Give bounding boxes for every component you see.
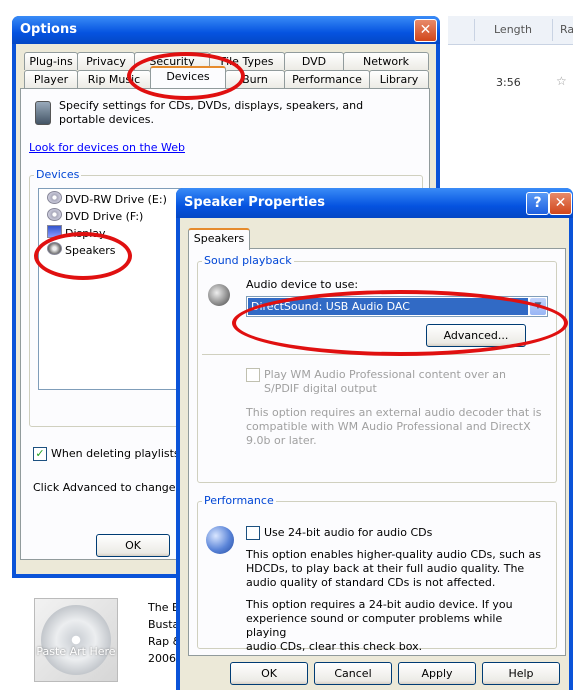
tab-devices[interactable]: Devices xyxy=(150,66,226,88)
devices-description: Specify settings for CDs, DVDs, displays… xyxy=(59,99,364,126)
column-header-length[interactable]: Length xyxy=(494,16,532,44)
devices-web-link[interactable]: Look for devices on the Web xyxy=(29,141,185,154)
advanced-hint: Click Advanced to change file xyxy=(33,481,196,494)
speaker-ok-button[interactable]: OK xyxy=(230,662,308,685)
audio-device-label: Audio device to use: xyxy=(246,278,359,291)
column-divider xyxy=(552,19,553,41)
drive-icon xyxy=(47,191,62,204)
annotation-circle-speakers xyxy=(34,232,132,280)
close-button[interactable]: ✕ xyxy=(549,192,572,215)
tab-performance[interactable]: Performance xyxy=(284,70,370,88)
list-item[interactable]: DVD-RW Drive (E:) xyxy=(47,191,167,207)
annotation-circle-audio-device xyxy=(232,290,568,356)
tab-dvd[interactable]: DVD xyxy=(284,52,344,70)
performance-icon xyxy=(206,526,234,554)
close-button[interactable]: ✕ xyxy=(414,19,437,42)
tab-speakers[interactable]: Speakers xyxy=(188,228,250,250)
column-divider xyxy=(474,19,475,41)
performance-note-1: This option enables higher-quality audio… xyxy=(246,548,541,589)
wm-pro-checkbox[interactable] xyxy=(246,368,260,382)
track-length: 3:56 xyxy=(496,76,521,89)
speaker-cancel-button[interactable]: Cancel xyxy=(314,662,392,685)
speaker-icon xyxy=(208,284,230,306)
performance-group: Performance Use 24-bit audio for audio C… xyxy=(197,494,557,653)
use-24bit-label: Use 24-bit audio for audio CDs xyxy=(264,526,433,539)
device-icon xyxy=(35,101,51,125)
speaker-title-bar[interactable]: Speaker Properties ? ✕ xyxy=(176,188,573,218)
devices-group-label: Devices xyxy=(34,168,82,181)
tab-plug-ins[interactable]: Plug-ins xyxy=(24,52,78,70)
speaker-body: Speakers Sound playback Audio device to … xyxy=(180,218,569,690)
speaker-help-button[interactable]: Help xyxy=(482,662,560,685)
options-title: Options xyxy=(20,22,77,37)
tab-player[interactable]: Player xyxy=(24,70,78,88)
performance-note-2: This option requires a 24-bit audio devi… xyxy=(246,598,513,653)
wm-pro-note: This option requires an external audio d… xyxy=(246,406,542,447)
list-item[interactable]: DVD Drive (F:) xyxy=(47,208,143,224)
options-ok-button[interactable]: OK xyxy=(96,534,170,557)
performance-label: Performance xyxy=(202,494,276,507)
sound-playback-label: Sound playback xyxy=(202,254,294,267)
tab-network[interactable]: Network xyxy=(343,52,429,70)
help-icon[interactable]: ? xyxy=(526,192,549,215)
speaker-properties-window: Speaker Properties ? ✕ Speakers Sound pl… xyxy=(176,188,573,690)
speaker-title: Speaker Properties xyxy=(184,195,325,210)
drive-icon xyxy=(47,208,62,221)
speaker-apply-button[interactable]: Apply xyxy=(398,662,476,685)
options-title-bar[interactable]: Options ✕ xyxy=(12,16,440,44)
use-24bit-checkbox[interactable] xyxy=(246,526,260,540)
column-header-rating[interactable]: Ra xyxy=(560,16,573,44)
album-art-label: Paste Art Here xyxy=(36,645,116,658)
wm-pro-label: Play WM Audio Professional content over … xyxy=(264,368,507,395)
cd-icon xyxy=(41,605,111,675)
tab-privacy[interactable]: Privacy xyxy=(77,52,135,70)
delete-playlists-checkbox[interactable]: ✓ xyxy=(33,447,47,461)
rating-star-icon[interactable]: ☆ xyxy=(556,74,567,88)
album-art-placeholder[interactable]: Paste Art Here xyxy=(34,598,118,682)
tab-library[interactable]: Library xyxy=(369,70,429,88)
